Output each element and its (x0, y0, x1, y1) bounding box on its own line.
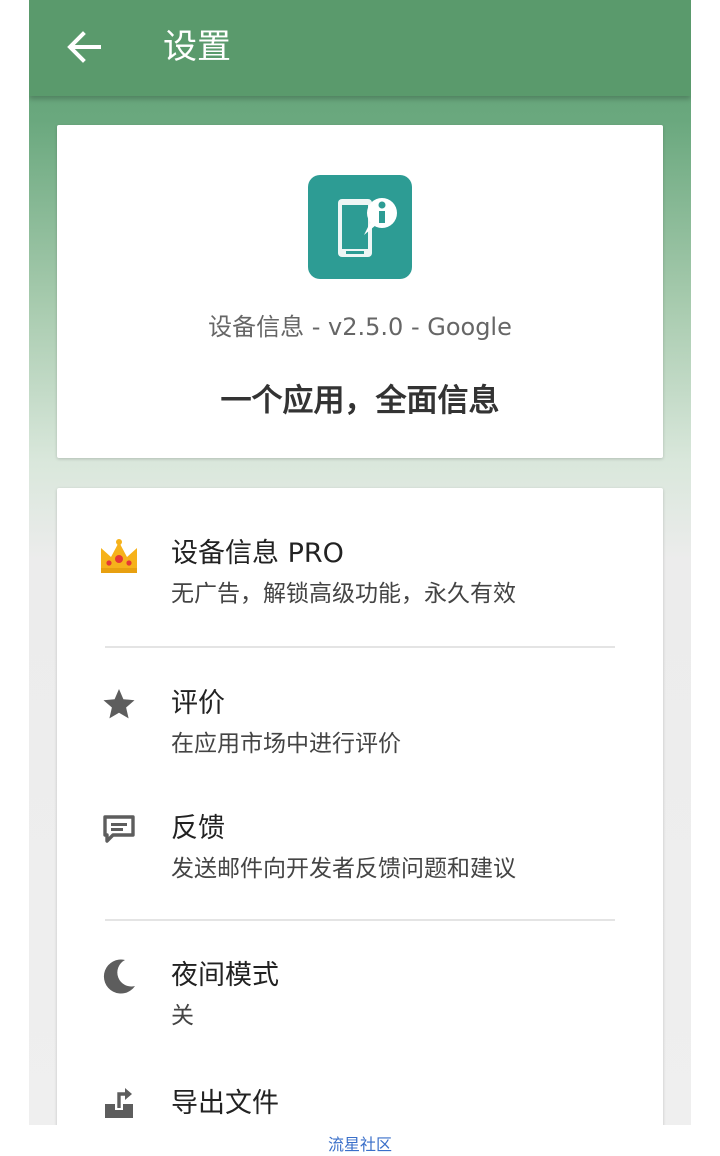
export-icon (105, 1088, 133, 1118)
app-icon (308, 175, 412, 279)
settings-list: 设备信息 PRO 无广告，解锁高级功能，永久有效 评价 在应用市场中进行评价 反… (57, 488, 663, 1125)
item-title: 评价 (171, 688, 225, 719)
back-button[interactable] (59, 22, 109, 72)
item-subtitle: 无广告，解锁高级功能，永久有效 (171, 581, 516, 607)
about-card: 设备信息 - v2.5.0 - Google 一个应用，全面信息 (57, 125, 663, 458)
feedback-item[interactable]: 反馈 发送邮件向开发者反馈问题和建议 (57, 799, 663, 909)
star-icon (103, 689, 135, 719)
item-subtitle: 在应用市场中进行评价 (171, 731, 401, 757)
export-item[interactable]: 导出文件 (57, 1074, 663, 1125)
item-subtitle: 发送邮件向开发者反馈问题和建议 (171, 856, 516, 882)
app-screen: 设置 设备信息 - v2.5.0 - Google 一个应用，全面信息 设备信息… (29, 0, 691, 1125)
app-version: 设备信息 - v2.5.0 - Google (208, 313, 512, 341)
item-subtitle: 关 (171, 1003, 194, 1029)
item-title: 夜间模式 (171, 960, 279, 991)
item-title: 导出文件 (171, 1088, 279, 1119)
night-mode-item[interactable]: 夜间模式 关 (57, 946, 663, 1056)
rate-item[interactable]: 评价 在应用市场中进行评价 (57, 674, 663, 784)
feedback-icon (103, 815, 135, 843)
divider (105, 646, 615, 648)
watermark: 流星社区 (327, 1135, 392, 1154)
item-title: 设备信息 PRO (171, 538, 344, 569)
arrow-left-icon (67, 31, 101, 63)
divider (105, 919, 615, 921)
phone-info-icon (338, 198, 397, 257)
app-slogan: 一个应用，全面信息 (220, 383, 500, 419)
crown-icon (101, 539, 137, 573)
pro-item[interactable]: 设备信息 PRO 无广告，解锁高级功能，永久有效 (57, 524, 663, 634)
toolbar: 设置 (29, 0, 691, 96)
item-title: 反馈 (171, 813, 225, 844)
page-title: 设置 (163, 27, 231, 67)
moon-icon (103, 959, 135, 994)
